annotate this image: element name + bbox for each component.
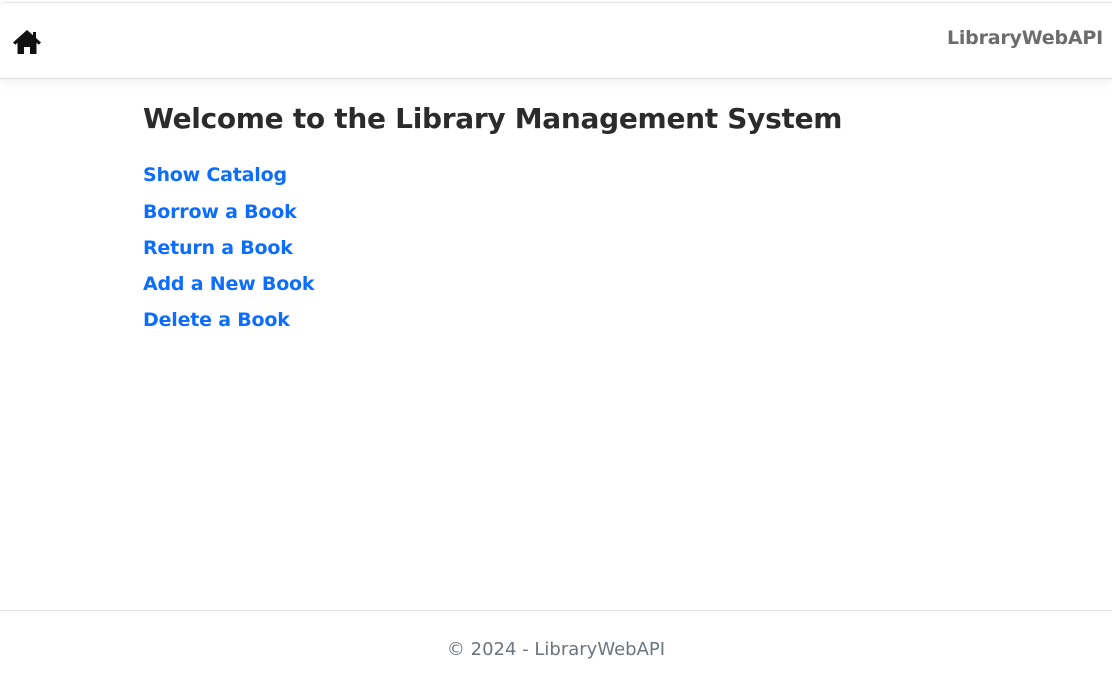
menu-item-borrow-book: Borrow a Book bbox=[143, 194, 1043, 230]
menu-item-show-catalog: Show Catalog bbox=[143, 157, 1043, 194]
main-content: Welcome to the Library Management System… bbox=[143, 100, 1043, 338]
return-book-link[interactable]: Return a Book bbox=[143, 237, 293, 259]
menu-item-add-book: Add a New Book bbox=[143, 266, 1043, 302]
navbar: LibraryWebAPI bbox=[0, 2, 1112, 79]
delete-book-link[interactable]: Delete a Book bbox=[143, 309, 290, 331]
action-menu: Show Catalog Borrow a Book Return a Book… bbox=[143, 157, 1043, 338]
page-title: Welcome to the Library Management System bbox=[143, 102, 843, 135]
menu-item-delete-book: Delete a Book bbox=[143, 302, 1043, 338]
home-link[interactable] bbox=[12, 28, 42, 56]
home-icon bbox=[13, 30, 41, 54]
brand-link[interactable]: LibraryWebAPI bbox=[947, 27, 1103, 49]
show-catalog-link[interactable]: Show Catalog bbox=[143, 164, 287, 186]
footer: © 2024 - LibraryWebAPI bbox=[0, 610, 1112, 676]
add-book-link[interactable]: Add a New Book bbox=[143, 273, 315, 295]
borrow-book-link[interactable]: Borrow a Book bbox=[143, 201, 297, 223]
menu-item-return-book: Return a Book bbox=[143, 230, 1043, 266]
footer-copyright: © 2024 - LibraryWebAPI bbox=[446, 639, 666, 660]
